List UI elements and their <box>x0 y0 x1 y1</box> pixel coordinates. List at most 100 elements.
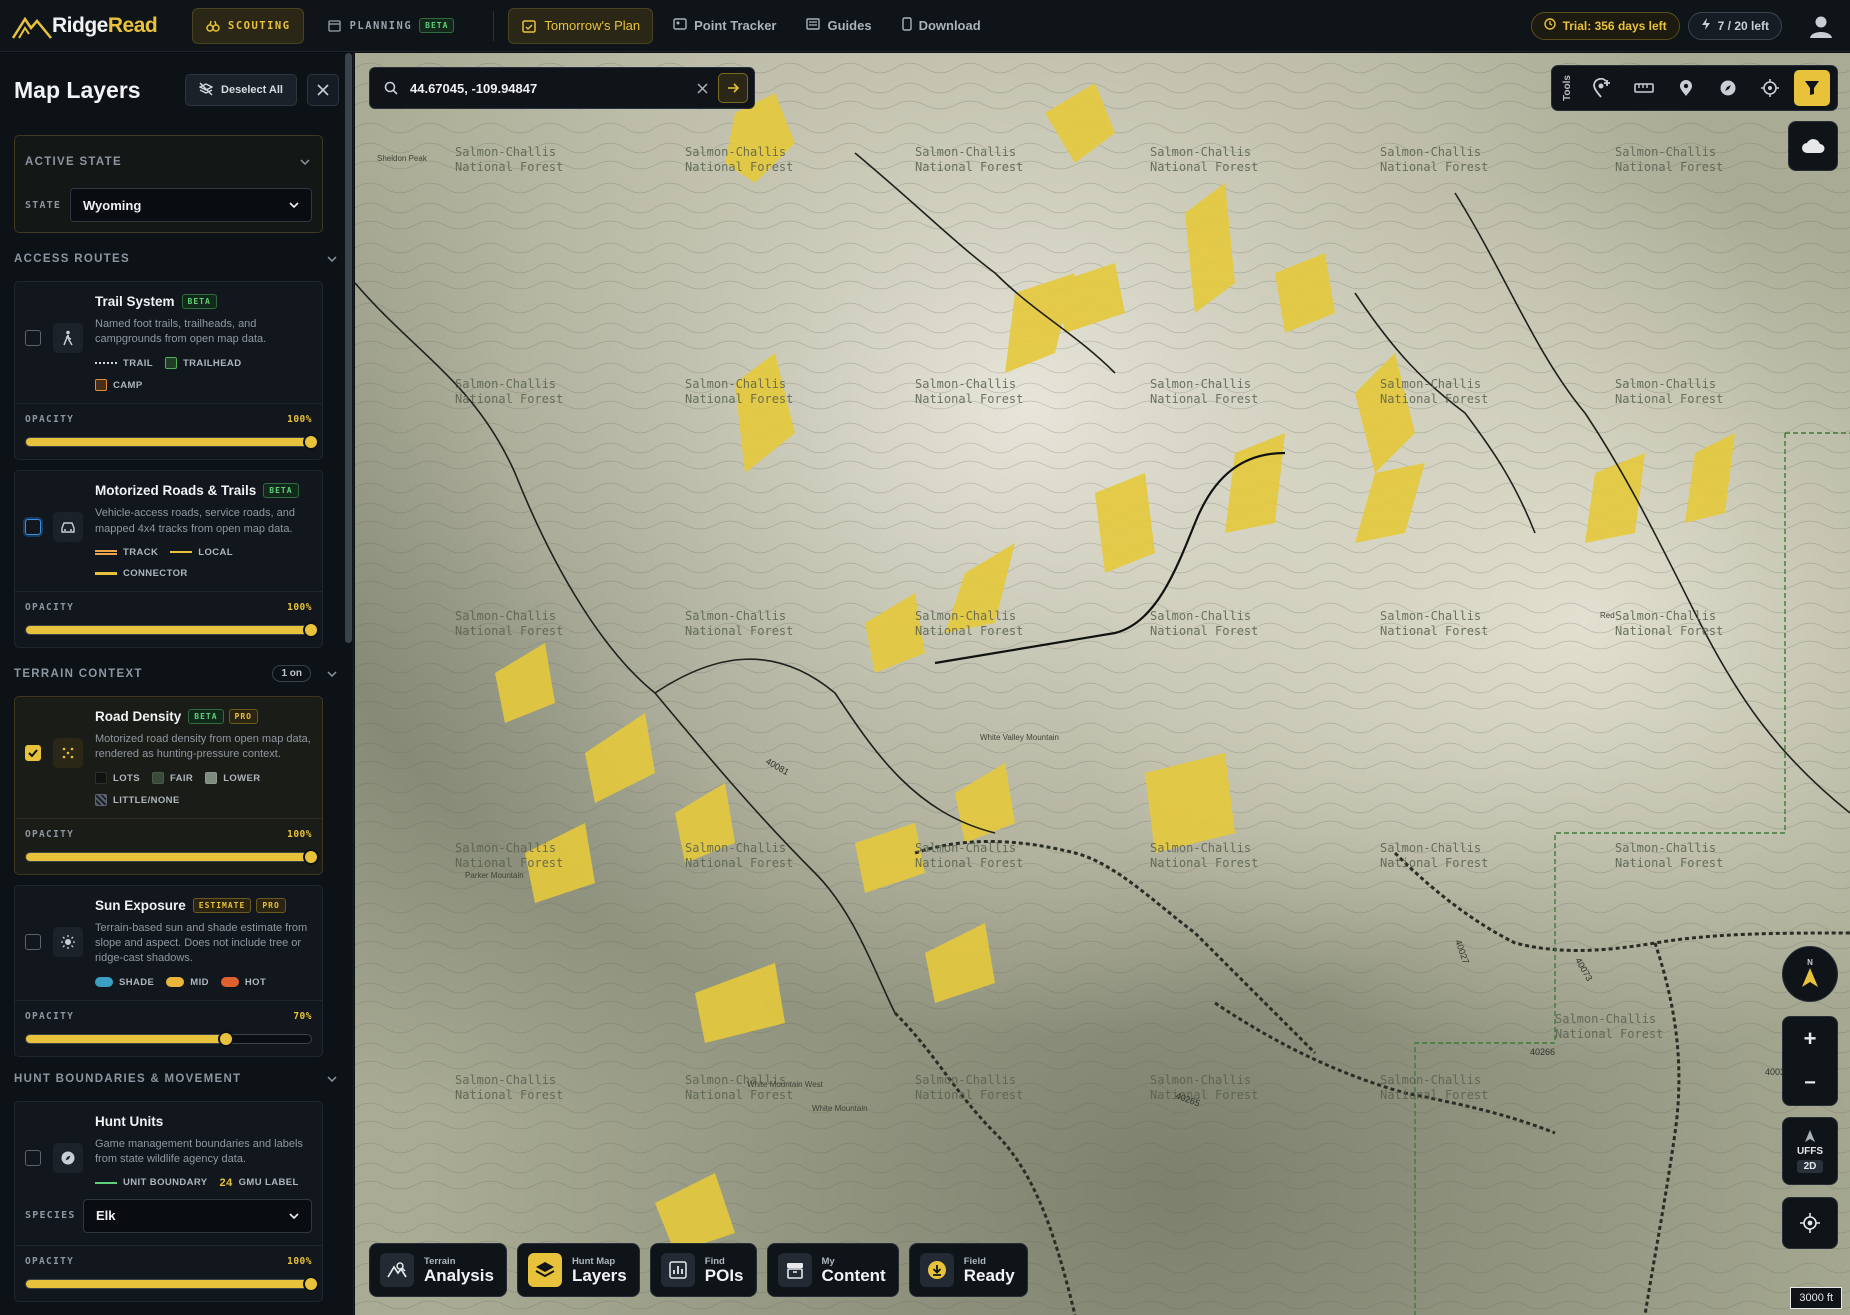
zoom-in-button[interactable]: + <box>1804 1017 1817 1061</box>
dock-title: Ready <box>963 1265 1015 1285</box>
slider-handle[interactable] <box>303 434 319 451</box>
user-avatar-icon[interactable] <box>1806 11 1836 41</box>
map-canvas[interactable]: Salmon-Challis National Forest Salmon-Cha… <box>355 53 1850 1315</box>
opacity-slider[interactable] <box>25 1275 319 1292</box>
guides-link[interactable]: Guides <box>806 18 872 33</box>
mountain-logo-icon <box>12 16 52 39</box>
svg-text:National Forest: National Forest <box>685 1088 793 1102</box>
close-panel-button[interactable] <box>307 74 339 106</box>
clear-search-icon[interactable] <box>697 82 708 94</box>
opacity-slider[interactable] <box>25 434 319 451</box>
opacity-slider[interactable] <box>25 849 319 866</box>
density-dots-icon <box>53 737 83 768</box>
legend-item-camp: CAMP <box>95 379 143 392</box>
svg-text:National Forest: National Forest <box>915 624 1023 638</box>
measure-tool[interactable] <box>1626 70 1662 106</box>
layer-description: Game management boundaries and labels fr… <box>95 1137 303 1165</box>
trail-system-checkbox[interactable] <box>25 330 41 346</box>
state-label: STATE <box>25 199 62 211</box>
dock-field-ready-button[interactable]: Field Ready <box>908 1243 1028 1297</box>
opacity-slider[interactable] <box>25 1030 312 1047</box>
view-mode-toggle[interactable]: UFFS 2D <box>1782 1117 1838 1185</box>
dock-title: Content <box>821 1265 886 1285</box>
pin-plus-icon <box>1593 78 1610 98</box>
terrain-map[interactable]: Salmon-ChallisNational Forest Salmon-Cha… <box>355 53 1850 1315</box>
dock-subtitle: Terrain <box>424 1255 456 1267</box>
deselect-all-button[interactable]: Deselect All <box>185 74 297 106</box>
dock-find-pois-button[interactable]: Find POIs <box>649 1243 757 1297</box>
download-link[interactable]: Download <box>901 17 981 34</box>
trial-label: Trial: 356 days left <box>1562 18 1667 33</box>
chevron-down-icon <box>325 667 339 681</box>
tomorrows-plan-button[interactable]: Tomorrow's Plan <box>508 7 654 44</box>
zoom-out-button[interactable]: − <box>1804 1061 1816 1105</box>
access-routes-section-header[interactable]: ACCESS ROUTES <box>0 237 353 281</box>
pro-badge: PRO <box>228 708 258 724</box>
motorized-roads-checkbox[interactable] <box>25 519 41 536</box>
weather-button[interactable] <box>1788 121 1838 171</box>
slider-handle[interactable] <box>303 621 319 638</box>
species-select[interactable]: Elk <box>83 1198 312 1233</box>
svg-text:National Forest: National Forest <box>1380 392 1488 406</box>
opacity-label: OPACITY <box>25 1255 75 1267</box>
point-tracker-link[interactable]: Point Tracker <box>673 18 776 33</box>
archive-box-icon <box>777 1253 812 1287</box>
nav-scouting-tab[interactable]: SCOUTING <box>192 7 304 44</box>
layer-name: Hunt Units <box>95 1113 164 1129</box>
slider-handle[interactable] <box>217 1030 234 1047</box>
sidebar-scrollbar[interactable] <box>345 53 352 643</box>
section-label: TERRAIN CONTEXT <box>14 667 143 680</box>
dock-terrain-analysis-button[interactable]: Terrain Analysis <box>369 1243 507 1297</box>
cloud-icon <box>1802 139 1825 153</box>
active-state-label: ACTIVE STATE <box>25 156 122 168</box>
my-location-button[interactable] <box>1782 1197 1838 1249</box>
legend-item-shade: SHADE <box>95 977 154 988</box>
svg-text:Salmon-Challis: Salmon-Challis <box>1555 1012 1656 1026</box>
active-count-badge: 1 on <box>272 665 311 683</box>
navigate-tool[interactable] <box>1710 70 1746 106</box>
filter-icon <box>1805 81 1819 95</box>
svg-text:Salmon-Challis: Salmon-Challis <box>1380 145 1481 159</box>
sun-exposure-checkbox[interactable] <box>25 934 41 951</box>
road-density-checkbox[interactable] <box>25 744 41 761</box>
svg-text:Salmon-Challis: Salmon-Challis <box>455 609 556 623</box>
coordinate-search-bar: 44.67045, -109.94847 <box>369 67 755 109</box>
app-logo[interactable]: RidgeRead <box>12 13 192 39</box>
gmu-label-swatch: 24 <box>219 1176 233 1189</box>
hunt-units-checkbox[interactable] <box>25 1149 41 1166</box>
add-waypoint-tool[interactable] <box>1584 70 1620 106</box>
svg-text:Sheldon Peak: Sheldon Peak <box>377 154 428 163</box>
drop-pin-tool[interactable] <box>1668 70 1704 106</box>
slider-handle[interactable] <box>303 849 319 866</box>
svg-text:National Forest: National Forest <box>1380 856 1488 870</box>
trial-status-pill[interactable]: Trial: 356 days left <box>1530 11 1680 40</box>
svg-text:National Forest: National Forest <box>1380 160 1488 174</box>
opacity-value: 100% <box>287 601 312 613</box>
binoculars-icon <box>205 18 221 34</box>
svg-text:Salmon-Challis: Salmon-Challis <box>1380 609 1481 623</box>
state-value: Wyoming <box>83 197 142 213</box>
legend-item-trailhead: TRAILHEAD <box>164 357 242 370</box>
dock-title: POIs <box>704 1265 744 1285</box>
legend-item-track: TRACK <box>95 547 158 558</box>
credits-pill[interactable]: 7 / 20 left <box>1687 11 1782 40</box>
nav-planning-tab[interactable]: PLANNING BETA <box>314 8 468 44</box>
filter-tool[interactable] <box>1794 70 1830 106</box>
slider-handle[interactable] <box>303 1275 319 1292</box>
terrain-context-section-header[interactable]: TERRAIN CONTEXT 1 on <box>0 652 353 696</box>
svg-text:Salmon-Challis: Salmon-Challis <box>1380 377 1481 391</box>
dock-hunt-map-layers-button[interactable]: Hunt Map Layers <box>516 1243 640 1297</box>
search-input[interactable]: 44.67045, -109.94847 <box>410 81 697 96</box>
locate-tool[interactable] <box>1752 70 1788 106</box>
top-nav-bar: RidgeRead SCOUTING PLANNING BETA Tomorro… <box>0 0 1850 52</box>
search-go-button[interactable] <box>718 73 748 103</box>
compass-north-button[interactable]: N <box>1782 946 1838 1002</box>
active-state-header[interactable]: ACTIVE STATE <box>25 136 312 188</box>
dock-my-content-button[interactable]: My Content <box>766 1243 899 1297</box>
state-select[interactable]: Wyoming <box>70 188 312 222</box>
opacity-slider[interactable] <box>25 621 319 638</box>
svg-text:White Mountain West: White Mountain West <box>747 1080 824 1089</box>
legend-item-lower: LOWER <box>205 772 260 785</box>
hunt-boundaries-section-header[interactable]: HUNT BOUNDARIES & MOVEMENT <box>0 1057 353 1101</box>
legend-item-gmu-label: 24 GMU LABEL <box>219 1176 299 1189</box>
